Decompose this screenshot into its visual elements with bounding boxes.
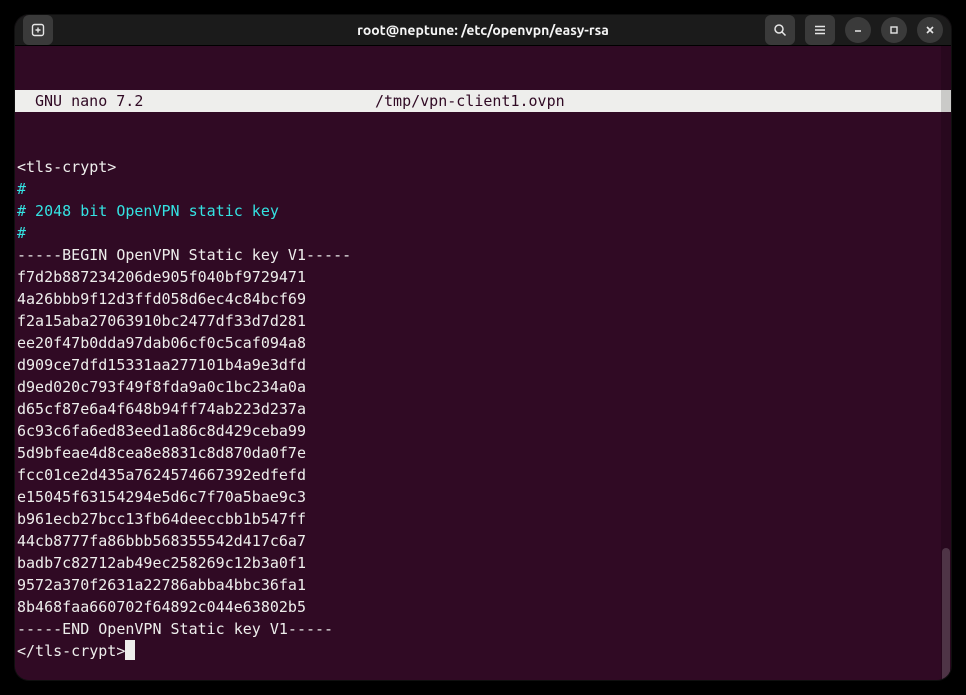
hamburger-menu-button[interactable] [805,15,835,45]
file-line: e15045f63154294e5d6c7f70a5bae9c3 [17,486,951,508]
file-line: f2a15aba27063910bc2477df33d7d281 [17,310,951,332]
file-line: 44cb8777fa86bbb568355542d417c6a7 [17,530,951,552]
file-line: 6c93c6fa6ed83eed1a86c8d429ceba99 [17,420,951,442]
file-line: <tls-crypt> [17,156,951,178]
file-line: # 2048 bit OpenVPN static key [17,200,951,222]
terminal-window: root@neptune: /etc/openvpn/easy-rsa [15,15,951,680]
file-line: # [17,178,951,200]
file-line: badb7c82712ab49ec258269c12b3a0f1 [17,552,951,574]
search-button[interactable] [765,15,795,45]
file-line: 9572a370f2631a22786abba4bbc36fa1 [17,574,951,596]
titlebar: root@neptune: /etc/openvpn/easy-rsa [15,15,951,46]
file-line: fcc01ce2d435a7624574667392edfefd [17,464,951,486]
file-line: f7d2b887234206de905f040bf9729471 [17,266,951,288]
file-line: # [17,222,951,244]
file-line: 8b468faa660702f64892c044e63802b5 [17,596,951,618]
file-line: b961ecb27bcc13fb64deeccbb1b547ff [17,508,951,530]
scrollbar-thumb[interactable] [942,548,950,680]
close-button[interactable] [917,17,943,43]
scrollbar-track[interactable] [941,46,951,680]
file-line: ee20f47b0dda97dab06cf0c5caf094a8 [17,332,951,354]
window-title: root@neptune: /etc/openvpn/easy-rsa [357,22,609,38]
file-line: d909ce7dfd15331aa277101b4a9e3dfd [17,354,951,376]
file-line: </tls-crypt> [17,640,951,662]
file-line: -----END OpenVPN Static key V1----- [17,618,951,640]
file-line: d9ed020c793f49f8fda9a0c1bc234a0a [17,376,951,398]
minimize-button[interactable] [845,17,871,43]
file-line: d65cf87e6a4f648b94ff74ab223d237a [17,398,951,420]
nano-version: GNU nano 7.2 [15,90,375,112]
terminal-body[interactable]: GNU nano 7.2 /tmp/vpn-client1.ovpn <tls-… [15,46,951,680]
nano-header: GNU nano 7.2 /tmp/vpn-client1.ovpn [15,90,951,112]
file-line: 5d9bfeae4d8cea8e8831c8d870da0f7e [17,442,951,464]
file-line: 4a26bbb9f12d3ffd058d6ec4c84bcf69 [17,288,951,310]
file-content: <tls-crypt>## 2048 bit OpenVPN static ke… [15,156,951,662]
nano-file-path: /tmp/vpn-client1.ovpn [375,90,565,112]
maximize-button[interactable] [881,17,907,43]
file-line: -----BEGIN OpenVPN Static key V1----- [17,244,951,266]
cursor [125,640,135,660]
new-tab-button[interactable] [23,15,53,45]
